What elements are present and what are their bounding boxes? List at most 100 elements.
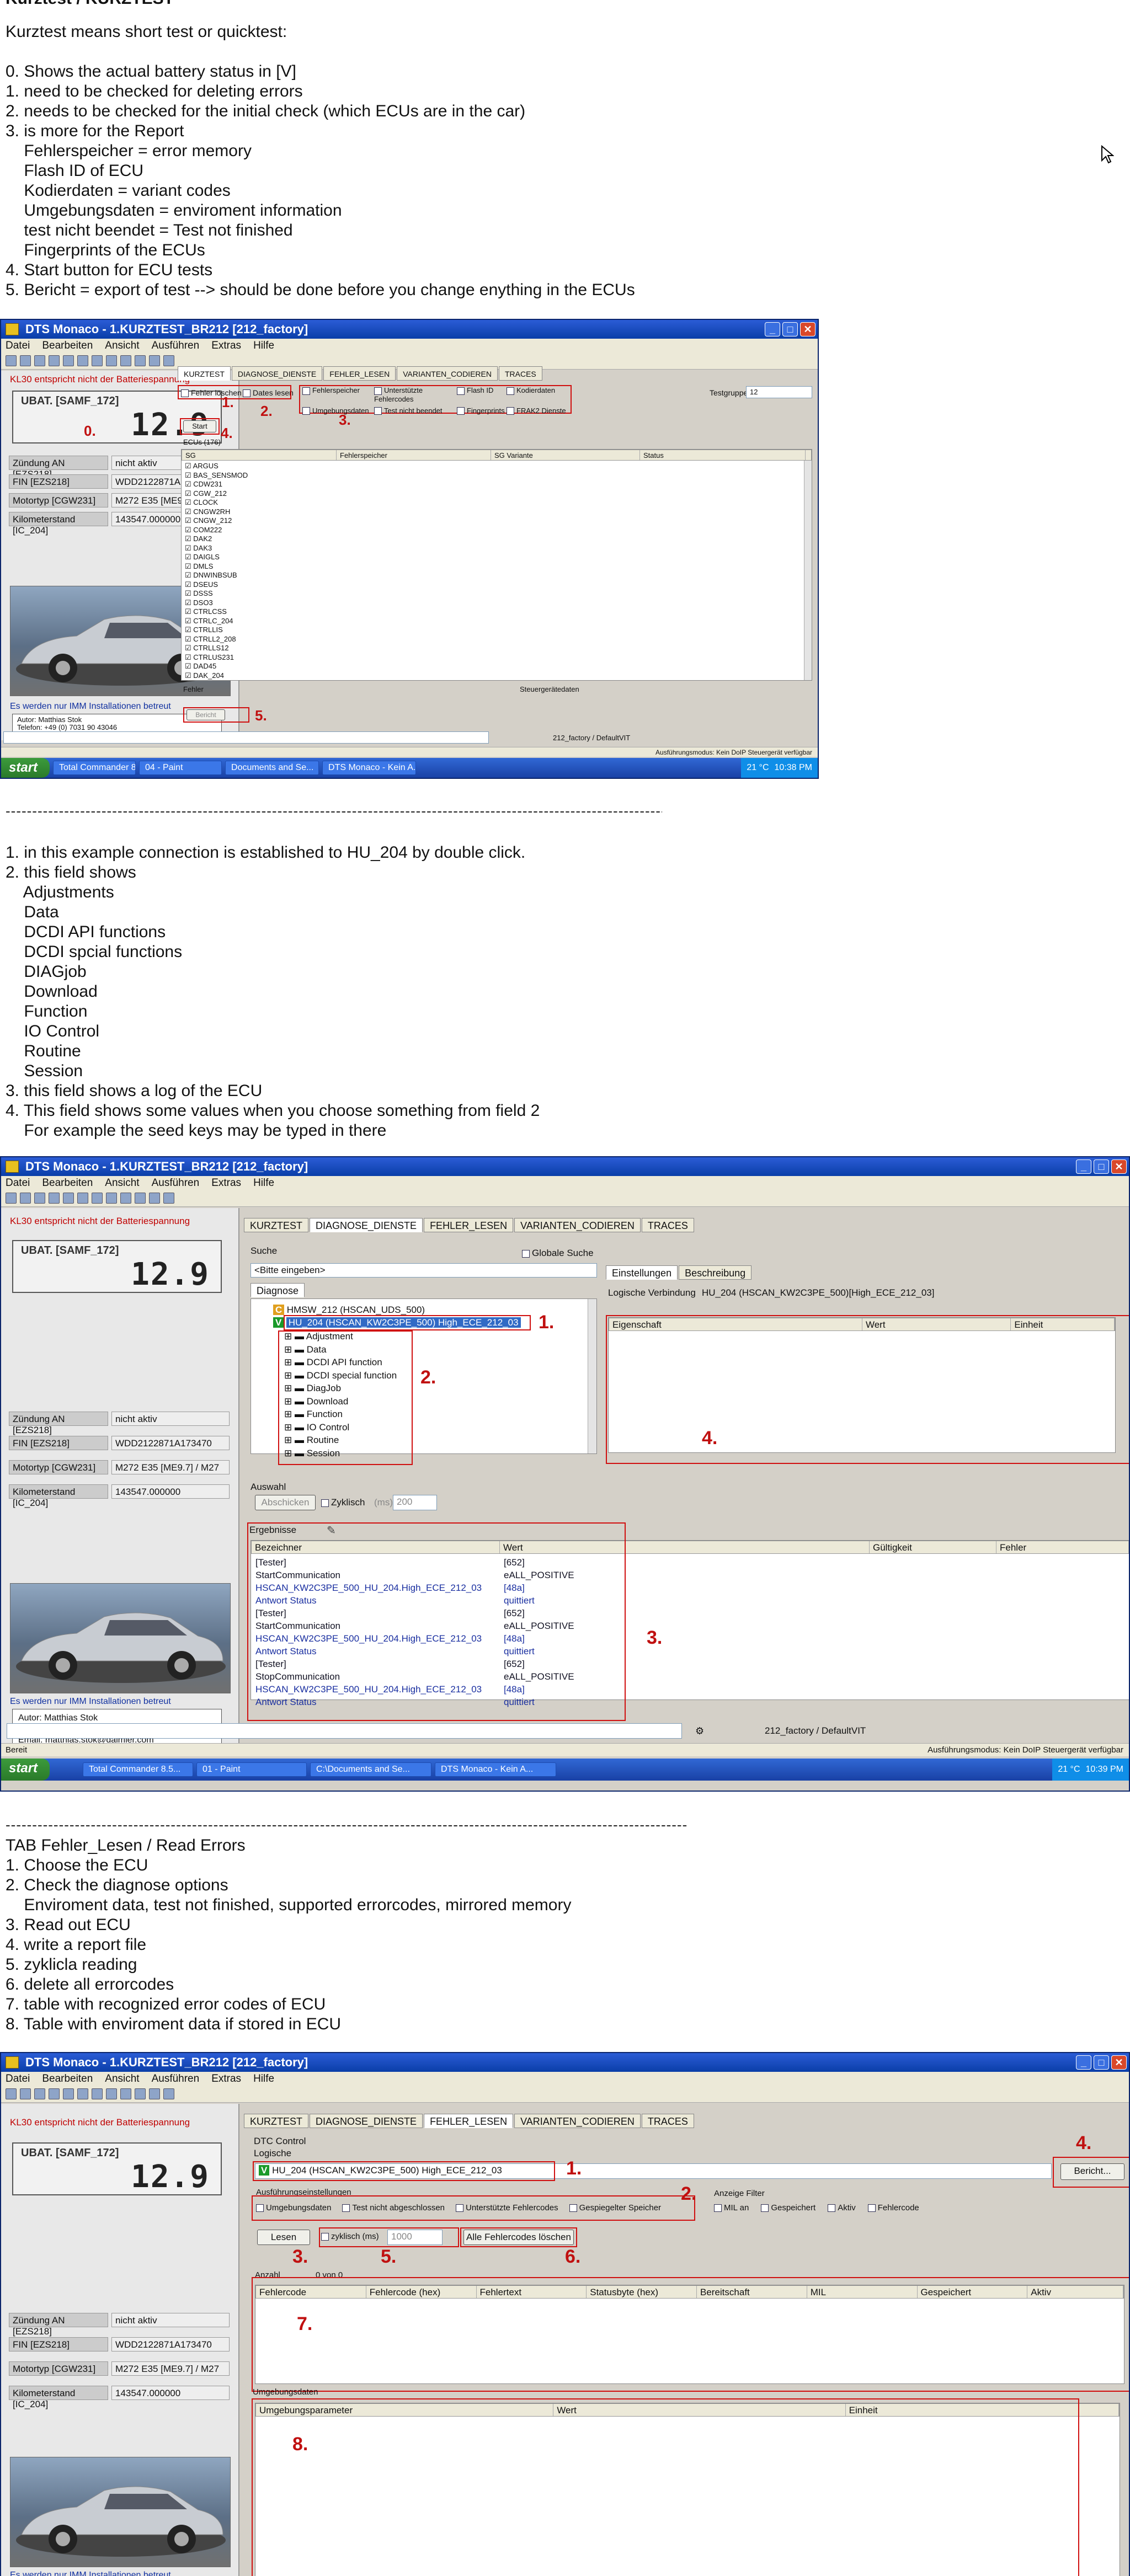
menu-item-hilfe[interactable]: Hilfe [253, 2072, 274, 2086]
tab-einstellungen[interactable]: Einstellungen [606, 1265, 678, 1280]
taskbar-item[interactable]: C:\Documents and Se... [310, 1762, 432, 1777]
table-row[interactable]: ☑ COM222 [185, 526, 248, 535]
layout-icon[interactable] [106, 355, 117, 366]
scrollbar[interactable] [588, 1299, 596, 1453]
settings-icon[interactable] [149, 2088, 160, 2099]
tab-varianten-codieren[interactable]: VARIANTEN_CODIEREN [514, 2114, 641, 2128]
new-icon[interactable] [6, 2088, 17, 2099]
menu-item-ausfuehren[interactable]: Ausführen [152, 1176, 200, 1190]
paste-icon[interactable] [77, 2088, 88, 2099]
table-row[interactable]: ☑ CDW231 [185, 480, 248, 489]
taskbar-item[interactable]: 04 - Paint [139, 761, 222, 775]
table-row[interactable]: ☑ CTRLLIS [185, 626, 248, 635]
layout-icon[interactable] [106, 2088, 117, 2099]
tab-beschreibung[interactable]: Beschreibung [679, 1265, 752, 1280]
tab-varianten-codieren[interactable]: VARIANTEN_CODIEREN [397, 366, 498, 381]
tree-root[interactable]: C HMSW_212 (HSCAN_UDS_500) [273, 1303, 425, 1317]
close-icon[interactable]: ✕ [1111, 1159, 1127, 1174]
save-icon[interactable] [34, 355, 45, 366]
option-test-nicht-beendet[interactable]: Test nicht beendet [374, 407, 457, 415]
minimize-icon[interactable]: _ [1076, 2055, 1091, 2070]
settings-icon[interactable] [149, 355, 160, 366]
table-row[interactable]: ☑ DMLS [185, 562, 248, 571]
cut-icon[interactable] [49, 2088, 60, 2099]
start-button-os[interactable]: start [1, 1759, 50, 1781]
menu-item-ausfuehren[interactable]: Ausführen [152, 339, 200, 353]
zyklisch-checkbox[interactable]: Zyklisch [321, 1497, 365, 1508]
table-row[interactable]: ☑ CTRLC_204 [185, 617, 248, 626]
maximize-icon[interactable]: □ [1094, 2055, 1109, 2070]
search-input[interactable]: <Bitte eingeben> [250, 1263, 597, 1278]
scrollbar[interactable] [804, 461, 812, 680]
tab-diagnose-dienste[interactable]: DIAGNOSE_DIENSTE [310, 2114, 423, 2128]
delete-icon[interactable] [92, 355, 103, 366]
table-row[interactable]: ☑ DSO3 [185, 598, 248, 608]
paste-icon[interactable] [77, 1193, 88, 1204]
menu-item-ausfuehren[interactable]: Ausführen [152, 2072, 200, 2086]
connect-icon[interactable] [135, 2088, 146, 2099]
close-icon[interactable]: ✕ [800, 322, 815, 336]
table-row[interactable]: ☑ CTRLL2_208 [185, 635, 248, 644]
connect-icon[interactable]: ⚙ [695, 1725, 704, 1737]
tab-varianten-codieren[interactable]: VARIANTEN_CODIEREN [514, 1218, 641, 1232]
open-icon[interactable] [20, 2088, 31, 2099]
table-row[interactable]: ☑ ARGUS [185, 462, 248, 471]
new-icon[interactable] [6, 355, 17, 366]
copy-icon[interactable] [63, 2088, 74, 2099]
option-frak2[interactable]: FRAK2 Dienste [507, 407, 567, 415]
tab-diagnose-dienste[interactable]: DIAGNOSE_DIENSTE [310, 1218, 423, 1232]
taskbar-item[interactable]: Documents and Se... [225, 761, 319, 775]
testgruppe-select[interactable]: 12 [746, 386, 812, 398]
cut-icon[interactable] [49, 355, 60, 366]
tab-traces[interactable]: TRACES [641, 1218, 694, 1232]
taskbar-item[interactable]: DTS Monaco - Kein A... [322, 761, 417, 775]
save-icon[interactable] [34, 2088, 45, 2099]
table-row[interactable]: ☑ BAS_SENSMOD [185, 471, 248, 480]
table-row[interactable]: ☑ CTRLUS231 [185, 653, 248, 662]
option-unterstuetzte[interactable]: Unterstützte Fehlercodes [374, 386, 457, 403]
help-icon[interactable] [163, 2088, 174, 2099]
global-search-checkbox[interactable]: Globale Suche [522, 1248, 594, 1259]
tab-kurztest[interactable]: KURZTEST [244, 2114, 309, 2128]
table-row[interactable]: ☑ CTRLLS12 [185, 644, 248, 653]
menu-item-ansicht[interactable]: Ansicht [105, 2072, 139, 2086]
table-row[interactable]: ☑ DAK_204 [185, 671, 248, 681]
menu-item-bearbeiten[interactable]: Bearbeiten [42, 2072, 93, 2086]
tab-diagnose[interactable]: Diagnose [250, 1283, 305, 1297]
menu-item-extras[interactable]: Extras [211, 2072, 241, 2086]
menu-item-datei[interactable]: Datei [6, 1176, 30, 1190]
maximize-icon[interactable]: □ [782, 322, 798, 336]
menu-item-extras[interactable]: Extras [211, 339, 241, 353]
tab-traces[interactable]: TRACES [498, 366, 542, 381]
table-row[interactable]: ☑ DAK3 [185, 544, 248, 553]
menu-item-extras[interactable]: Extras [211, 1176, 241, 1190]
table-row[interactable]: ☑ DAD45 [185, 662, 248, 671]
copy-icon[interactable] [63, 1193, 74, 1204]
table-row[interactable]: ☑ DNWINBSUB [185, 571, 248, 580]
table-row[interactable]: ☑ DAK2 [185, 535, 248, 544]
tab-kurztest[interactable]: KURZTEST [244, 1218, 309, 1232]
window-icon[interactable] [120, 2088, 131, 2099]
menu-item-bearbeiten[interactable]: Bearbeiten [42, 339, 93, 353]
lesen-button[interactable]: Lesen [257, 2230, 310, 2245]
tab-diagnose-dienste[interactable]: DIAGNOSE_DIENSTE [231, 366, 323, 381]
paste-icon[interactable] [77, 355, 88, 366]
open-icon[interactable] [20, 1193, 31, 1204]
abschicken-button[interactable]: Abschicken [255, 1495, 316, 1510]
open-icon[interactable] [20, 355, 31, 366]
option-umgebungsdaten[interactable]: Umgebungsdaten [302, 407, 374, 415]
table-row[interactable]: ☑ DAIGLS [185, 553, 248, 562]
table-row[interactable]: ☑ DSSS [185, 589, 248, 598]
start-button-os[interactable]: start [1, 758, 50, 778]
table-row[interactable]: ☑ DSEUS [185, 580, 248, 590]
taskbar-item[interactable]: Total Commander 8.5... [83, 1762, 194, 1777]
tab-kurztest[interactable]: KURZTEST [178, 366, 231, 381]
option-kodierdaten[interactable]: Kodierdaten [507, 386, 567, 403]
option-fingerprints[interactable]: Fingerprints [457, 407, 507, 415]
menu-item-datei[interactable]: Datei [6, 339, 30, 353]
minimize-icon[interactable]: _ [1076, 1159, 1091, 1174]
cut-icon[interactable] [49, 1193, 60, 1204]
filter-mil-an[interactable]: MIL an [714, 2203, 749, 2212]
new-icon[interactable] [6, 1193, 17, 1204]
table-row[interactable]: ☑ CLOCK [185, 498, 248, 507]
